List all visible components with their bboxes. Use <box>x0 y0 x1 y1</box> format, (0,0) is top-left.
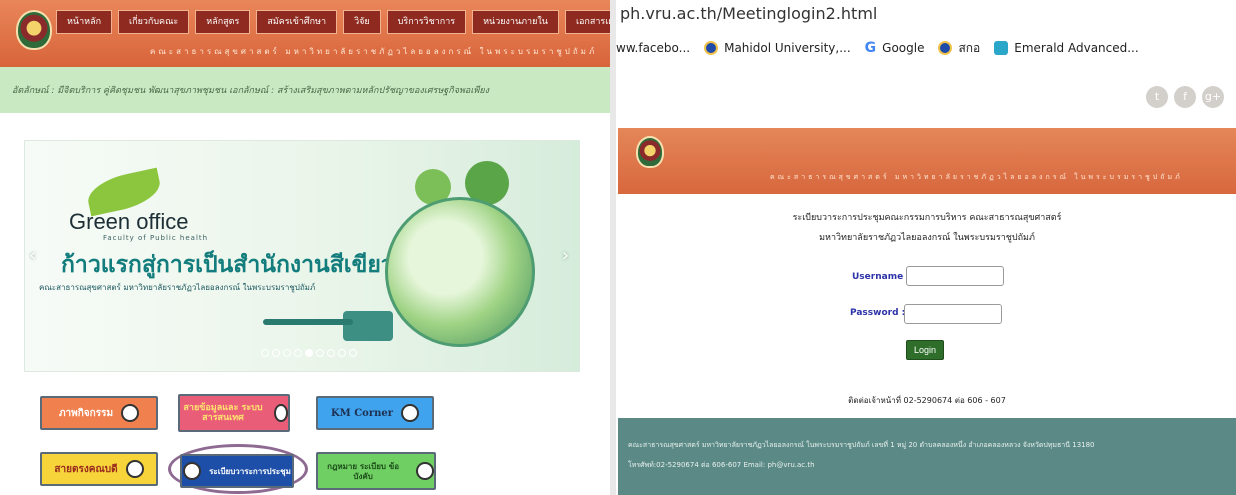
slider-next-arrow-icon[interactable]: › <box>562 245 569 266</box>
emerald-favicon-icon <box>994 41 1009 55</box>
document-icon <box>183 462 202 480</box>
meeting-login-panel: ph.vru.ac.th/Meetinglogin2.html ww.faceb… <box>616 0 1236 495</box>
slide-headline: ก้าวแรกสู่การเป็นสำนักงานสีเขียว <box>61 252 394 278</box>
identity-banner: อัตลักษณ์ : มีจิตบริการ คู่คิดชุมชน พัฒน… <box>0 67 610 113</box>
slider-dot[interactable] <box>327 349 335 357</box>
password-input[interactable] <box>904 304 1002 324</box>
address-bar[interactable]: ph.vru.ac.th/Meetinglogin2.html <box>616 0 1236 30</box>
identity-banner-text: อัตลักษณ์ : มีจิตบริการ คู่คิดชุมชน พัฒน… <box>12 86 490 96</box>
google-plus-icon[interactable]: g+ <box>1202 86 1224 108</box>
login-site-subtitle: คณะสาธารณสุขศาสตร์ มหาวิทยาลัยราชภัฏวไลย… <box>770 173 1183 181</box>
person-icon <box>125 460 144 478</box>
person-icon <box>274 404 288 422</box>
tile-km-corner-button[interactable]: KM Corner <box>316 396 434 430</box>
login-title: ระเบียบวาระการประชุมคณะกรรมการบริหาร คณะ… <box>792 213 1062 223</box>
login-site-header: คณะสาธารณสุขศาสตร์ มหาวิทยาลัยราชภัฏวไลย… <box>618 128 1236 194</box>
facebook-icon[interactable]: f <box>1174 86 1196 108</box>
bookmark-label: ww.facebo... <box>616 41 691 55</box>
address-bar-url[interactable]: ph.vru.ac.th/Meetinglogin2.html <box>620 4 877 23</box>
nav-item-admission[interactable]: สมัครเข้าศึกษา <box>256 10 338 34</box>
plug-cable-illustration <box>263 319 353 325</box>
image-slider[interactable]: Green office Faculty of Public health ก้… <box>24 140 580 372</box>
faculty-homepage-panel: หน้าหลัก เกี่ยวกับคณะ หลักสูตร สมัครเข้า… <box>0 0 610 495</box>
slider-dot[interactable] <box>283 349 291 357</box>
login-button[interactable]: Login <box>906 340 944 360</box>
tile-regulations-button[interactable]: กฎหมาย ระเบียบ ข้อบังคับ <box>316 452 436 490</box>
slider-dots <box>261 349 357 357</box>
bookmark-ohec[interactable]: สกอ <box>938 39 980 58</box>
bookmark-google[interactable]: G Google <box>865 40 925 56</box>
slider-dot[interactable] <box>261 349 269 357</box>
faculty-subtitle: คณะสาธารณสุขศาสตร์ มหาวิทยาลัยราชภัฏวไลย… <box>150 47 598 56</box>
tile-survey-label: สายตรงคณบดี <box>54 463 118 475</box>
nav-item-about[interactable]: เกี่ยวกับคณะ <box>118 10 190 34</box>
tile-meeting-agenda-button[interactable]: ระเบียบวาระการประชุม <box>180 454 294 488</box>
footer-contact: โทรศัพท์:02-5290674 ต่อ 606-607 Email: p… <box>628 461 815 469</box>
slider-dot[interactable] <box>294 349 302 357</box>
bookmark-mahidol[interactable]: Mahidol University,... <box>704 41 851 55</box>
university-logo-icon[interactable] <box>16 10 52 50</box>
nav-item-publications[interactable]: เอกสารเผยแพร่ <box>564 10 610 34</box>
university-logo-icon <box>636 136 664 168</box>
nav-item-research[interactable]: วิจัย <box>343 10 381 34</box>
mahidol-favicon-icon <box>704 41 719 55</box>
slide-caption: คณะสาธารณสุขศาสตร์ มหาวิทยาลัยราชภัฏวไลย… <box>39 283 316 292</box>
google-g-icon: G <box>864 40 877 56</box>
lightbulb-base-illustration <box>343 311 393 341</box>
bookmark-label: Google <box>882 41 925 55</box>
twitter-icon[interactable]: t <box>1146 86 1168 108</box>
contact-info: ติดต่อเจ้าหน้าที่ 02-5290674 ต่อ 606 - 6… <box>848 396 1006 405</box>
site-header: หน้าหลัก เกี่ยวกับคณะ หลักสูตร สมัครเข้า… <box>0 0 610 67</box>
slider-dot[interactable] <box>316 349 324 357</box>
tile-info-label: สายข้อมูลและ ระบบสารสนเทศ <box>183 403 263 423</box>
bookmark-label: Emerald Advanced... <box>1014 41 1139 55</box>
tile-meeting-label: ระเบียบวาระการประชุม <box>209 465 291 476</box>
slider-dot[interactable] <box>305 349 313 357</box>
footer-address: คณะสาธารณสุขศาสตร์ มหาวิทยาลัยราชภัฏวไลย… <box>628 441 1095 449</box>
tile-activities-button[interactable]: ภาพกิจกรรม <box>40 396 158 430</box>
social-links: t f g+ <box>1146 86 1224 108</box>
slider-dot[interactable] <box>272 349 280 357</box>
lightbulb-illustration <box>385 197 535 347</box>
slider-prev-arrow-icon[interactable]: ‹ <box>29 245 36 266</box>
main-nav: หน้าหลัก เกี่ยวกับคณะ หลักสูตร สมัครเข้า… <box>56 10 610 34</box>
slider-dot[interactable] <box>338 349 346 357</box>
login-subtitle: มหาวิทยาลัยราชภัฏวไลยอลงกรณ์ ในพระบรมราช… <box>819 233 1035 243</box>
slide-brand: Green office <box>69 209 189 234</box>
ohec-favicon-icon <box>938 41 953 55</box>
document-icon <box>416 462 434 480</box>
slider-dot[interactable] <box>349 349 357 357</box>
bookmark-emerald[interactable]: Emerald Advanced... <box>994 41 1139 55</box>
tile-law-label: กฎหมาย ระเบียบ ข้อบังคับ <box>327 461 400 481</box>
tile-info-systems-button[interactable]: สายข้อมูลและ ระบบสารสนเทศ <box>178 394 290 432</box>
nav-item-home[interactable]: หน้าหลัก <box>56 10 113 34</box>
nav-item-curriculum[interactable]: หลักสูตร <box>195 10 251 34</box>
slide-brand-subtitle: Faculty of Public health <box>103 234 209 242</box>
password-label: Password : <box>850 308 906 318</box>
username-input[interactable] <box>906 266 1004 286</box>
login-site-footer: คณะสาธารณสุขศาสตร์ มหาวิทยาลัยราชภัฏวไลย… <box>618 418 1236 495</box>
bookmark-label: Mahidol University,... <box>724 41 851 55</box>
tile-dean-direct-button[interactable]: สายตรงคณบดี <box>40 452 158 486</box>
login-form: ระเบียบวาระการประชุมคณะกรรมการบริหาร คณะ… <box>618 194 1236 418</box>
nav-item-internal-units[interactable]: หน่วยงานภายใน <box>472 10 559 34</box>
camera-icon <box>121 404 140 422</box>
tile-activities-label: ภาพกิจกรรม <box>58 407 114 419</box>
bookmark-label: สกอ <box>958 40 981 55</box>
username-label: Username : <box>852 272 910 282</box>
tile-km-label: KM Corner <box>330 407 394 419</box>
head-gear-icon <box>401 404 420 422</box>
bookmark-facebook[interactable]: ww.facebo... <box>616 41 690 55</box>
screenshot-root: หน้าหลัก เกี่ยวกับคณะ หลักสูตร สมัครเข้า… <box>0 0 1236 495</box>
nav-item-academic-service[interactable]: บริการวิชาการ <box>386 10 467 34</box>
bookmarks-bar: ww.facebo... Mahidol University,... G Go… <box>616 34 1236 62</box>
